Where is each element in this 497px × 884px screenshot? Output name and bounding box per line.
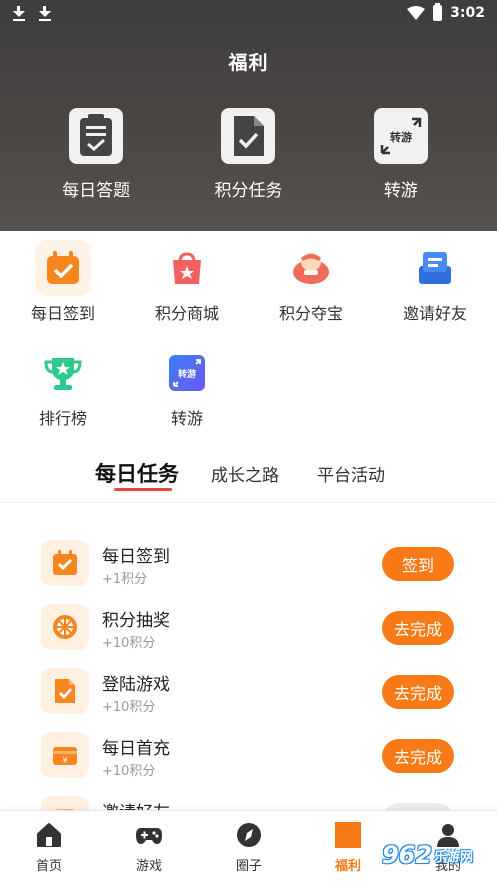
- grid-item-label: 每日签到: [30, 304, 95, 323]
- task-title: 每日首充: [102, 739, 170, 759]
- site-watermark: 962 乐游网: [358, 826, 497, 884]
- home-icon: [35, 821, 63, 849]
- grid-item-invite-friends[interactable]: 邀请好友: [373, 240, 497, 324]
- page-title: 福利: [228, 52, 269, 74]
- task-row: 每日签到 +1积分 签到: [0, 532, 497, 588]
- task-points: +10积分: [102, 636, 156, 651]
- grid-item-label: 转游: [170, 409, 203, 428]
- grid-item-points-treasure[interactable]: 积分夺宝: [249, 240, 373, 324]
- task-row: 登陆游戏 +10积分 去完成: [0, 660, 497, 716]
- invite-message-icon: [407, 240, 463, 296]
- header-item-label: 转游: [383, 181, 418, 201]
- gamepad-icon: [135, 821, 163, 849]
- download-icon: [38, 5, 52, 21]
- status-time: 3:02: [450, 5, 485, 21]
- nav-item-circle[interactable]: 圈子: [209, 821, 289, 874]
- nav-label: 首页: [35, 859, 62, 874]
- download-icon: [12, 5, 26, 21]
- watermark-subtext: 乐游网: [434, 849, 474, 865]
- recharge-icon: ¥: [41, 732, 89, 778]
- shopping-bag-icon: [159, 240, 215, 296]
- treasure-icon: [283, 240, 339, 296]
- tab-platform-events[interactable]: 平台活动: [317, 461, 385, 486]
- wifi-icon: [407, 6, 426, 20]
- status-bar: 3:02: [0, 0, 497, 26]
- trophy-icon: [35, 345, 91, 401]
- calendar-check-icon: [35, 240, 91, 296]
- login-game-icon: [41, 668, 89, 714]
- header-item-transfer[interactable]: 转游 转游: [341, 108, 461, 201]
- transfer-game-icon: 转游: [373, 108, 428, 164]
- transfer-icon-text: 转游: [178, 368, 196, 380]
- task-points: +10积分: [102, 764, 156, 779]
- task-points: +10积分: [102, 700, 156, 715]
- quick-access-grid: 每日签到 积分商城 积分夺宝 邀请好友 排行榜 转游 转游: [0, 231, 497, 431]
- grid-item-daily-checkin[interactable]: 每日签到: [1, 240, 125, 324]
- compass-icon: [235, 821, 263, 849]
- document-check-icon: [221, 108, 276, 164]
- calendar-check-icon: [41, 540, 89, 586]
- lottery-wheel-icon: [41, 604, 89, 650]
- task-points: +1积分: [102, 572, 148, 587]
- nav-label: 圈子: [235, 859, 262, 874]
- grid-item-label: 排行榜: [38, 409, 87, 428]
- svg-text:¥: ¥: [62, 756, 67, 765]
- header-item-point-tasks[interactable]: 积分任务: [188, 108, 308, 201]
- transfer-game-icon: 转游: [159, 345, 215, 401]
- header-item-label: 每日答题: [62, 181, 131, 201]
- task-tabs: 每日任务 成长之路 平台活动: [0, 455, 497, 503]
- grid-item-label: 积分夺宝: [278, 304, 343, 323]
- clipboard-quiz-icon: [69, 108, 124, 164]
- task-title: 登陆游戏: [102, 675, 170, 695]
- nav-item-games[interactable]: 游戏: [109, 821, 189, 874]
- grid-item-label: 积分商城: [154, 304, 219, 323]
- battery-icon: [433, 3, 443, 21]
- welfare-header: 3:02 福利 每日答题 积分任务 转游 转游: [0, 0, 497, 231]
- task-title: 积分抽奖: [102, 611, 170, 631]
- active-tab-indicator: [114, 488, 172, 491]
- grid-item-transfer[interactable]: 转游 转游: [125, 345, 249, 429]
- watermark-text: 962: [381, 841, 433, 869]
- go-complete-button[interactable]: 去完成: [382, 739, 454, 773]
- tab-growth-path[interactable]: 成长之路: [211, 461, 279, 486]
- nav-label: 游戏: [135, 859, 162, 874]
- tab-daily-tasks[interactable]: 每日任务: [95, 458, 179, 488]
- header-item-daily-quiz[interactable]: 每日答题: [36, 108, 156, 201]
- task-row: 积分抽奖 +10积分 去完成: [0, 596, 497, 652]
- header-shortcuts: 每日答题 积分任务 转游 转游: [0, 108, 497, 201]
- checkin-button[interactable]: 签到: [382, 547, 454, 581]
- grid-item-points-mall[interactable]: 积分商城: [125, 240, 249, 324]
- grid-item-label: 邀请好友: [402, 304, 467, 323]
- grid-item-leaderboard[interactable]: 排行榜: [1, 345, 125, 429]
- header-item-label: 积分任务: [214, 181, 283, 201]
- nav-item-home[interactable]: 首页: [9, 821, 89, 874]
- task-row: ¥ 每日首充 +10积分 去完成: [0, 724, 497, 780]
- task-title: 每日签到: [102, 547, 170, 567]
- go-complete-button[interactable]: 去完成: [382, 611, 454, 645]
- go-complete-button[interactable]: 去完成: [382, 675, 454, 709]
- transfer-icon-text: 转游: [390, 130, 412, 144]
